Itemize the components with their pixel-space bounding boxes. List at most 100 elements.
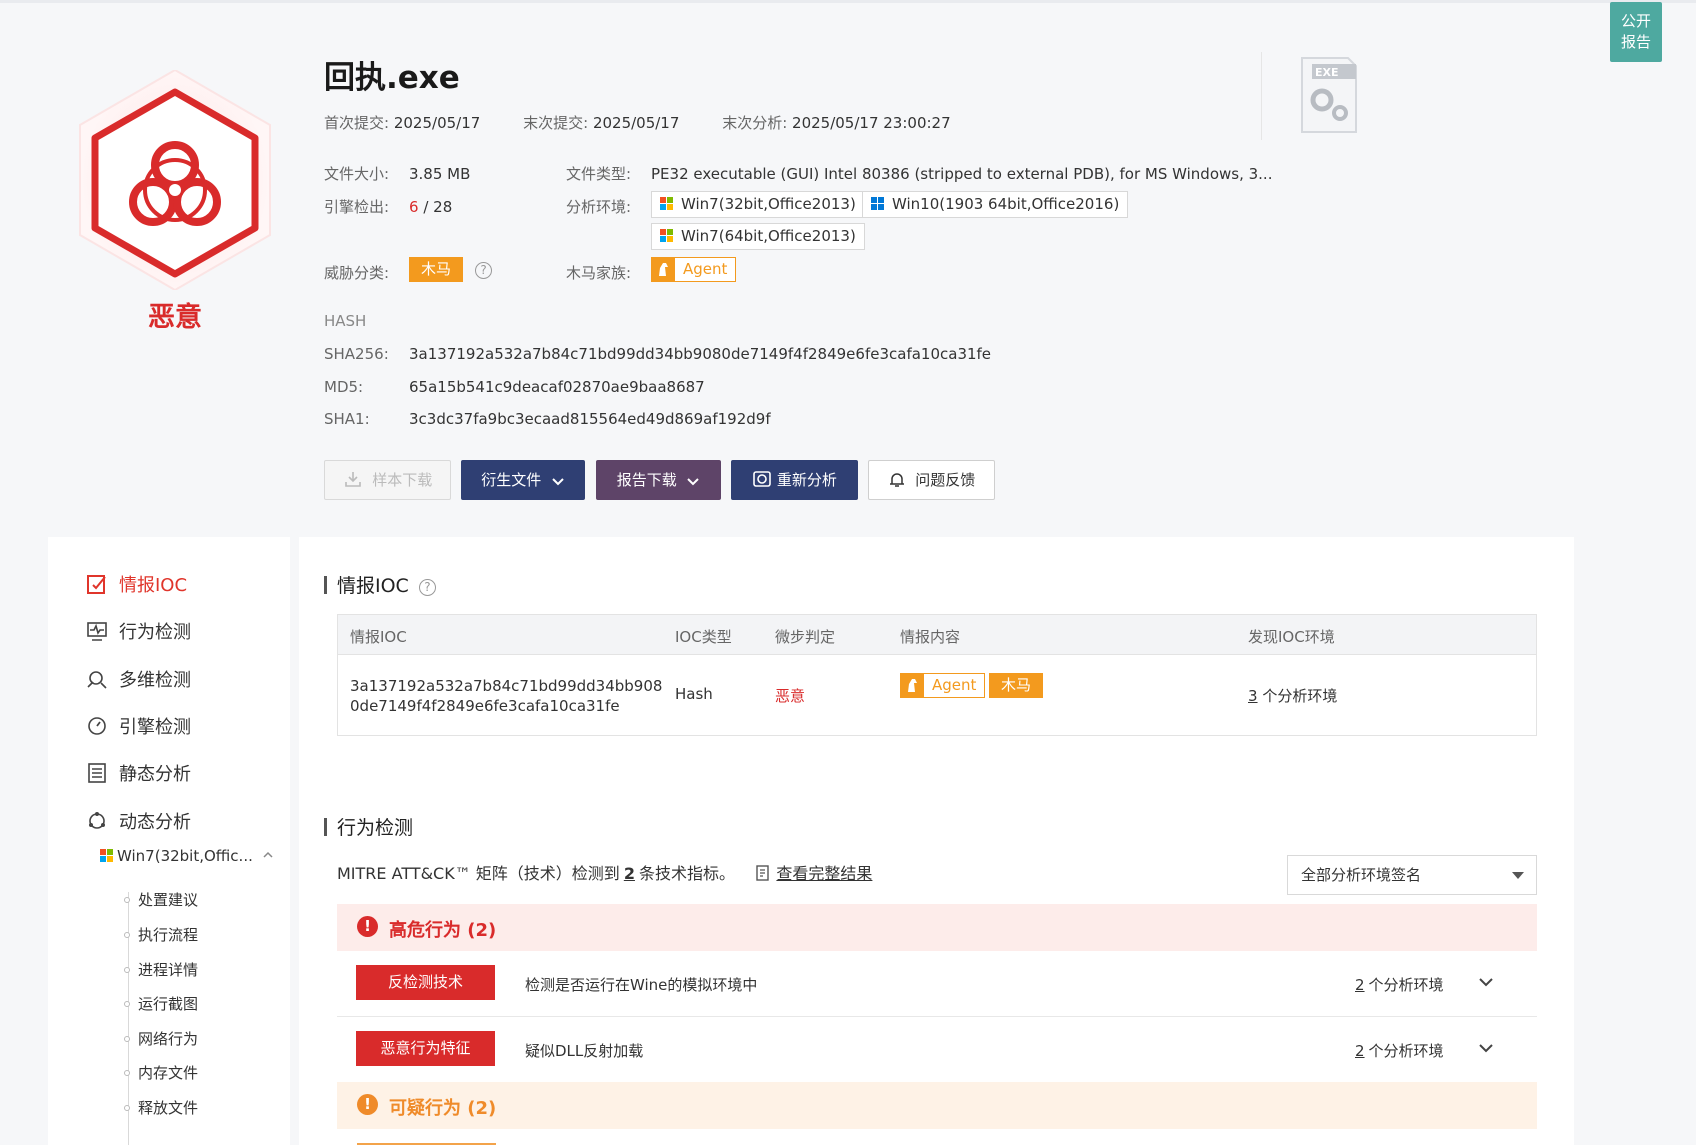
md5-value: 65a15b541c9deacaf02870ae9baa8687 [409, 378, 705, 396]
edit-report-icon [87, 575, 106, 594]
gauge-icon [88, 717, 106, 735]
family-tag[interactable]: Agent [651, 257, 737, 282]
env-chip-win7-64[interactable]: Win7(64bit,Office2013) [651, 223, 865, 250]
last-submit-value: 2025/05/17 [592, 114, 680, 132]
sidebar-sub-item[interactable]: 运行截图 [124, 993, 198, 1014]
sidebar-item-ioc[interactable]: 情报IOC [86, 569, 187, 599]
ioc-table-header: 情报IOC IOC类型 微步判定 情报内容 发现IOC环境 [338, 615, 1536, 655]
exe-file-icon: EXE [1298, 56, 1360, 134]
high-risk-band[interactable]: ! 高危行为 (2) [337, 904, 1537, 951]
help-icon[interactable]: ? [475, 262, 492, 279]
hash-section-label: HASH [324, 312, 367, 330]
env-label: 分析环境: [566, 198, 632, 216]
env-chip-win10[interactable]: Win10(1903 64bit,Office2016) [862, 191, 1129, 218]
reanalyze-button[interactable]: 重新分析 [731, 460, 858, 500]
engine-row: 引擎检出: 6 / 28 [324, 198, 453, 216]
behavior-tag: 反检测技术 [356, 965, 495, 1000]
file-type-value: PE32 executable (GUI) Intel 80386 (strip… [651, 165, 1273, 183]
view-full-results-link[interactable]: 查看完整结果 [776, 864, 872, 883]
sidebar-item-multidim[interactable]: 多维检测 [86, 664, 191, 694]
verdict-label: 恶意 [148, 302, 202, 333]
windows7-icon [100, 849, 113, 862]
report-download-button[interactable]: 报告下载 [596, 460, 721, 500]
public-report-line2: 报告 [1620, 33, 1651, 51]
magnifier-icon [87, 671, 107, 689]
top-border [0, 0, 1696, 3]
public-report-button[interactable]: 公开 报告 [1610, 2, 1662, 62]
monitor-pulse-icon [87, 622, 107, 641]
mitre-summary: MITRE ATT&CK™ 矩阵（技术）检测到 2 条技术指标。 查看完整结果 [337, 864, 873, 883]
sidebar-sub-item[interactable]: 进程详情 [124, 959, 198, 980]
verdict-emblem [70, 68, 280, 292]
main-panel: 情报IOC ? 情报IOC IOC类型 微步判定 情报内容 发现IOC环境 3a… [299, 537, 1574, 1145]
first-submit-value: 2025/05/17 [393, 114, 481, 132]
chevron-down-icon [552, 478, 564, 486]
caret-down-icon [1512, 872, 1524, 879]
threat-label: 威胁分类: [324, 264, 390, 282]
ioc-table: 情报IOC IOC类型 微步判定 情报内容 发现IOC环境 3a137192a5… [337, 614, 1537, 736]
feedback-button[interactable]: 问题反馈 [868, 460, 995, 500]
sidebar-env-win7[interactable]: Win7(32bit,Offic... [100, 847, 274, 865]
download-icon [344, 472, 361, 487]
svg-text:EXE: EXE [1315, 66, 1339, 79]
windows7-icon [660, 197, 673, 210]
sidebar-sub-item[interactable]: 释放文件 [124, 1097, 198, 1118]
md5-row: MD5: 65a15b541c9deacaf02870ae9baa8687 [324, 378, 705, 396]
chevron-up-icon [263, 851, 273, 858]
list-item[interactable]: 反检测技术 检测是否运行在Wine的模拟环境中 2 个分析环境 [337, 951, 1537, 1017]
alert-icon: ! [357, 916, 378, 937]
file-size-value: 3.85 MB [409, 165, 471, 183]
sha1-row: SHA1: 3c3dc37fa9bc3ecaad815564ed49d869af1… [324, 410, 771, 428]
list-item[interactable]: 恶意行为特征 疑似DLL反射加载 2 个分析环境 [337, 1017, 1537, 1083]
public-report-line1: 公开 [1620, 12, 1651, 30]
threat-tag[interactable]: 木马 [409, 257, 464, 282]
header-divider [1261, 52, 1262, 140]
derived-files-button[interactable]: 衍生文件 [461, 460, 585, 500]
engine-total-count: / 28 [423, 198, 453, 216]
sidebar-item-behavior[interactable]: 行为检测 [86, 616, 191, 646]
file-title: 回执.exe [324, 60, 460, 96]
suspicious-band[interactable]: ! 可疑行为 (2) [337, 1082, 1537, 1129]
sidebar-item-dynamic[interactable]: 动态分析 [86, 806, 191, 836]
behavior-description: 疑似DLL反射加载 [525, 1042, 644, 1060]
chevron-down-icon [1479, 978, 1493, 987]
behavior-description: 检测是否运行在Wine的模拟环境中 [525, 976, 758, 994]
family-tag[interactable]: Agent [900, 673, 986, 698]
left-sidebar: 情报IOC 行为检测 多维检测 引擎检测 静态分析 动态分析 Win7(32bi… [48, 537, 290, 1145]
behavior-tag: 恶意行为特征 [356, 1031, 495, 1066]
report-icon [756, 865, 770, 881]
document-list-icon [88, 763, 106, 783]
behavior-env-count[interactable]: 2 个分析环境 [1355, 1040, 1444, 1061]
sidebar-item-static[interactable]: 静态分析 [86, 758, 191, 788]
trojan-horse-icon [901, 674, 924, 697]
behavior-section-title: 行为检测 [324, 813, 413, 840]
windows7-icon [660, 229, 673, 242]
help-icon[interactable]: ? [418, 579, 436, 596]
sidebar-sub-item[interactable]: 执行流程 [124, 924, 198, 945]
file-size-row: 文件大小: 3.85 MB [324, 165, 471, 183]
sidebar-sub-item[interactable]: 内存文件 [124, 1062, 198, 1083]
engine-detected-count: 6 [409, 198, 419, 216]
sha1-value: 3c3dc37fa9bc3ecaad815564ed49d869af192d9f [409, 410, 771, 428]
trojan-horse-icon [652, 258, 675, 281]
ioc-env-link[interactable]: 3 个分析环境 [1248, 685, 1337, 706]
cycle-icon [89, 812, 105, 829]
env-chip-win7-32[interactable]: Win7(32bit,Office2013) [651, 191, 865, 218]
sidebar-item-engine[interactable]: 引擎检测 [86, 711, 191, 741]
submission-meta: 首次提交: 2025/05/17 末次提交: 2025/05/17 末次分析: … [324, 114, 951, 132]
sidebar-sub-item[interactable]: 网络行为 [124, 1028, 198, 1049]
sample-download-button[interactable]: 样本下载 [324, 460, 451, 500]
category-tag[interactable]: 木马 [989, 673, 1044, 698]
sha256-value: 3a137192a532a7b84c71bd99dd34bb9080de7149… [409, 345, 992, 363]
behavior-env-count[interactable]: 2 个分析环境 [1355, 974, 1444, 995]
bell-icon [889, 473, 904, 487]
ioc-section-title: 情报IOC ? [324, 571, 436, 598]
sidebar-sub-item[interactable]: 处置建议 [124, 889, 198, 910]
windows10-icon [871, 197, 884, 210]
family-label: 木马家族: [566, 264, 632, 282]
chevron-down-icon [687, 478, 699, 486]
env-signature-select[interactable]: 全部分析环境签名 [1287, 855, 1537, 895]
last-analysis-value: 2025/05/17 23:00:27 [792, 114, 951, 132]
sha256-row: SHA256: 3a137192a532a7b84c71bd99dd34bb908… [324, 345, 992, 363]
alert-icon: ! [357, 1094, 378, 1115]
